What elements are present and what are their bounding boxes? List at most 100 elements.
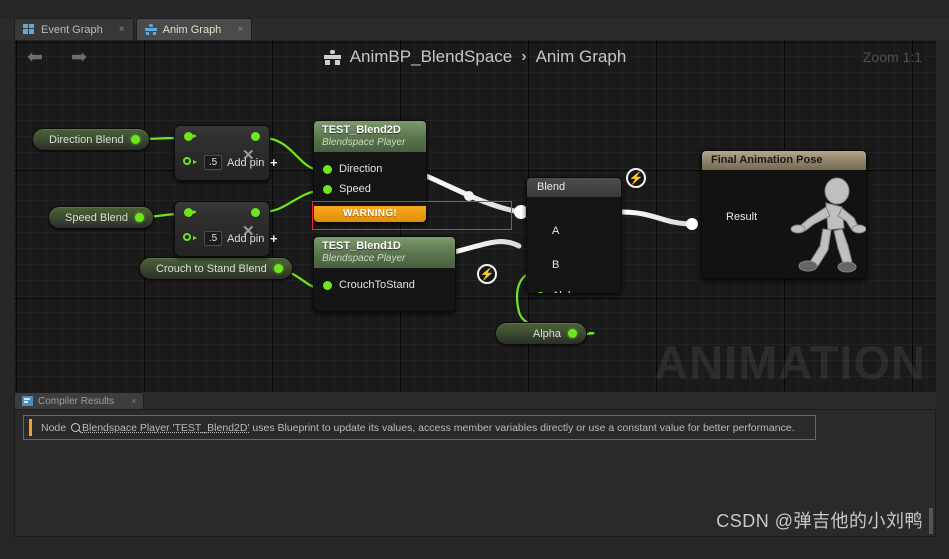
tab-compiler-results[interactable]: Compiler Results × — [14, 392, 145, 409]
test-blend2d-pins: Direction Speed — [314, 152, 426, 206]
crouchtostand-input-pin[interactable] — [323, 280, 332, 290]
node-blend-util-top[interactable]: .5 ✕ Add pin + — [174, 125, 278, 181]
blend-node-a-label: A — [552, 224, 560, 237]
direction-pin-label: Direction — [339, 163, 383, 175]
compiler-results-close-icon[interactable]: × — [131, 396, 136, 406]
blend-util-bottom-body[interactable]: .5 ✕ Add pin + — [174, 201, 278, 257]
tab-event-graph[interactable]: Event Graph × — [14, 18, 134, 40]
pose-input-result-icon[interactable] — [710, 208, 719, 225]
blend1d-fast-path-icon: ⚡ — [477, 264, 497, 284]
blend-util-bottom-input-pin[interactable] — [184, 208, 197, 217]
speed-blend-pill[interactable]: Speed Blend — [48, 206, 154, 229]
pose-output-icon[interactable] — [409, 163, 418, 180]
node-final-animation-pose[interactable]: Final Animation Pose Result — [701, 150, 867, 279]
blend-util-top-input-pin[interactable] — [184, 132, 197, 141]
nav-back-button[interactable]: ⬅ — [22, 44, 48, 70]
scrollbar-thumb[interactable] — [929, 508, 933, 534]
blend-util-top-output-pin[interactable] — [251, 132, 260, 141]
crouch-to-stand-blend-label: Crouch to Stand Blend — [156, 262, 267, 275]
test-blend2d-subtitle: Blendspace Player — [322, 137, 406, 148]
test-blend1d-title: TEST_Blend1D — [322, 240, 401, 252]
test-blend1d-pin-crouchtostand[interactable]: CrouchToStand — [314, 275, 455, 295]
blend-node-pin-b[interactable]: B — [527, 251, 569, 278]
compiler-results-tab-bar: Compiler Results × — [14, 392, 936, 409]
tab-anim-graph-label: Anim Graph — [162, 23, 222, 36]
warning-highlight-rect — [312, 201, 512, 230]
compiler-message-link[interactable]: Blendspace Player 'TEST_Blend2D' — [82, 422, 249, 434]
tab-event-graph-close-icon[interactable]: × — [119, 24, 125, 35]
tab-anim-graph-close-icon[interactable]: × — [237, 24, 243, 35]
node-crouch-to-stand-blend[interactable]: Crouch to Stand Blend — [139, 257, 293, 280]
blend-node-body[interactable]: Blend A B Alpha — [526, 177, 622, 294]
compiler-message-prefix: Node — [41, 421, 67, 434]
node-direction-blend[interactable]: Direction Blend — [32, 128, 150, 151]
test-blend2d-pin-speed[interactable]: Speed — [314, 179, 426, 199]
blend-node-b-label: B — [552, 258, 560, 271]
final-pose-result-pin-row[interactable]: Result — [710, 208, 757, 225]
blend-util-top-alpha-pin[interactable] — [183, 157, 197, 165]
compiler-message-row[interactable]: Node Blendspace Player 'TEST_Blend2D' us… — [23, 415, 816, 440]
blend-util-top-add-icon[interactable]: + — [270, 155, 278, 170]
speed-pin-label: Speed — [339, 183, 371, 195]
final-pose-result-label: Result — [726, 210, 758, 223]
blend-node-pins: A B Alpha — [527, 197, 621, 293]
crouch-to-stand-output-pin[interactable] — [273, 264, 283, 273]
direction-blend-output-pin[interactable] — [130, 135, 140, 144]
csdn-watermark: CSDN @弹吉他的小刘鸭 — [716, 511, 923, 531]
tab-anim-graph[interactable]: Anim Graph × — [135, 18, 253, 40]
blend-util-bottom-add-icon[interactable]: + — [270, 231, 278, 246]
blend-node-alpha-pin[interactable] — [536, 291, 545, 293]
crouch-to-stand-blend-pill[interactable]: Crouch to Stand Blend — [139, 257, 293, 280]
speed-blend-output-pin[interactable] — [135, 213, 144, 222]
blend-util-bottom-add-pin-label[interactable]: Add pin — [227, 233, 264, 245]
test-blend2d-header: TEST_Blend2D Blendspace Player — [314, 121, 426, 152]
pose-input-b-icon[interactable] — [536, 256, 545, 273]
test-blend1d-subtitle: Blendspace Player — [322, 253, 406, 264]
blend-util-top-body[interactable]: .5 ✕ Add pin + — [174, 125, 278, 181]
anim-graph-canvas[interactable]: ANIMATION Direction Blend Speed Blend Cr… — [14, 40, 936, 392]
compiler-message-suffix: uses Blueprint to update its values, acc… — [252, 421, 795, 434]
blend-util-top-value[interactable]: .5 — [204, 155, 222, 170]
final-animation-pose-body[interactable]: Final Animation Pose Result — [701, 150, 867, 279]
tab-event-graph-label: Event Graph — [41, 23, 103, 36]
node-blend-util-bottom[interactable]: .5 ✕ Add pin + — [174, 201, 278, 257]
compiler-results-icon — [22, 396, 33, 406]
compiler-message-text: Node Blendspace Player 'TEST_Blend2D' us… — [41, 422, 795, 434]
blend-node-alpha-label: Alpha — [552, 290, 580, 293]
pose-output-icon[interactable] — [437, 272, 446, 289]
blend-util-bottom-alpha-pin[interactable] — [183, 233, 197, 241]
test-blend1d-body[interactable]: TEST_Blend1D Blendspace Player CrouchToS… — [313, 236, 456, 312]
node-blend[interactable]: Blend A B Alpha — [526, 177, 622, 294]
direction-input-pin[interactable] — [323, 164, 332, 174]
speed-blend-label: Speed Blend — [65, 211, 128, 224]
node-alpha-variable[interactable]: Alpha — [495, 322, 587, 345]
alpha-variable-output-pin[interactable] — [568, 329, 577, 338]
final-animation-pose-body-area: Result — [702, 170, 866, 278]
blend-node-pin-alpha[interactable]: Alpha — [527, 285, 590, 293]
search-icon[interactable] — [71, 422, 81, 432]
graph-tab-bar: Event Graph × Anim Graph × — [0, 18, 949, 40]
crouchtostand-pin-label: CrouchToStand — [339, 279, 415, 291]
test-blend1d-pins: CrouchToStand — [314, 268, 455, 311]
speed-input-pin[interactable] — [323, 184, 332, 194]
alpha-variable-label: Alpha — [532, 327, 561, 340]
blend-util-bottom-value[interactable]: .5 — [204, 231, 222, 246]
pose-output-icon[interactable] — [603, 218, 612, 235]
alpha-variable-pill[interactable]: Alpha — [495, 322, 587, 345]
blend-util-bottom-output-pin[interactable] — [251, 208, 260, 217]
test-blend1d-header: TEST_Blend1D Blendspace Player — [314, 237, 455, 268]
final-animation-pose-title: Final Animation Pose — [702, 151, 866, 170]
mannequin-preview — [790, 177, 866, 273]
node-test-blend1d[interactable]: TEST_Blend1D Blendspace Player CrouchToS… — [313, 236, 456, 312]
event-graph-icon — [23, 24, 35, 35]
direction-blend-label: Direction Blend — [49, 133, 124, 146]
blend-node-title: Blend — [527, 178, 621, 197]
node-speed-blend[interactable]: Speed Blend — [48, 206, 154, 229]
blend-util-top-add-pin-label[interactable]: Add pin — [227, 157, 264, 169]
blend-util-top-controls: .5 ✕ Add pin + — [182, 147, 278, 173]
pose-input-a-icon[interactable] — [536, 222, 545, 239]
nav-forward-button[interactable]: ➡ — [66, 44, 92, 70]
direction-blend-pill[interactable]: Direction Blend — [32, 128, 150, 151]
blend-node-fast-path-icon: ⚡ — [626, 168, 646, 188]
blend-node-pin-a[interactable]: A — [527, 217, 569, 244]
